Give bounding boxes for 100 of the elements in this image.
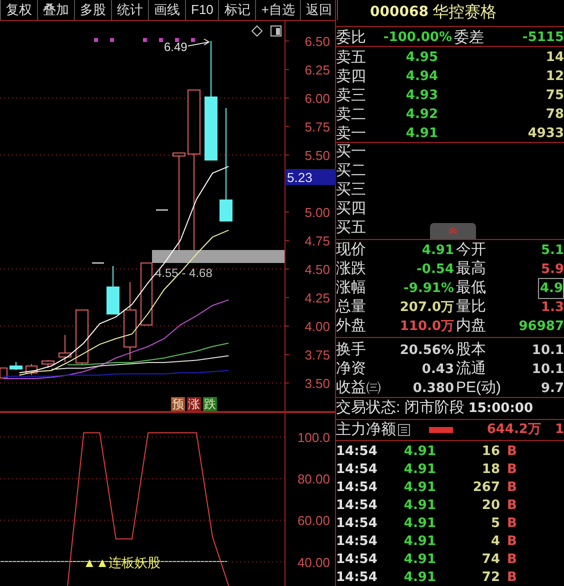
quote-label: 股本 (455, 340, 487, 360)
ask-price: 4.93 (404, 87, 438, 106)
trading-status: 交易状态: 闭市阶段 (336, 398, 464, 418)
trade-side: B (506, 461, 518, 479)
candle (106, 266, 120, 314)
trade-volume: 20 (480, 497, 500, 515)
toolbar-button[interactable]: 画线 (149, 0, 186, 20)
trade-time: 14:54 (336, 443, 378, 461)
toolbar-button[interactable]: +自选 (256, 0, 301, 20)
quote-label: 最高 (455, 259, 487, 280)
ask-label: 卖一 (336, 124, 367, 144)
candle (140, 262, 152, 326)
candle (58, 334, 72, 362)
toolbar-button[interactable]: 统计 (112, 0, 149, 20)
trade-volume: 74 (480, 551, 500, 569)
toolbar-button[interactable]: 复权 (1, 0, 38, 20)
ask-price: 4.91 (404, 125, 438, 144)
pointer-arrow (188, 38, 210, 46)
main-flow-value: 1 (554, 421, 564, 440)
quote-label: 涨幅 (336, 278, 367, 298)
trade-volume: 4 (490, 533, 500, 551)
trade-volume: 16 (480, 443, 500, 461)
ask-price: 4.94 (404, 68, 438, 86)
ask-volume: 14 (544, 49, 564, 68)
list-icon[interactable] (398, 424, 410, 436)
indicator-axis-label: 100.0 (297, 430, 330, 445)
trade-volume: 5 (490, 515, 500, 533)
panel-toggle-icon[interactable] (270, 26, 282, 36)
trade-time: 14:54 (336, 533, 378, 551)
quote-value: -9.91% (404, 280, 454, 298)
indicator-axis-label: 80.00 (297, 472, 330, 487)
price-axis-label: 3.75 (304, 348, 330, 363)
high-price-label: 6.49 (164, 40, 188, 54)
quote-label: 换手 (336, 340, 367, 360)
candle (42, 360, 54, 368)
quote-label: 涨跌 (336, 259, 367, 280)
quote-value: 0.380 (412, 380, 454, 398)
quote-value: 110.0万 (400, 318, 454, 336)
price-axis-label: 4.50 (304, 262, 330, 277)
main-flow-value: 644.2万 (486, 421, 541, 440)
trade-price: 4.91 (402, 443, 436, 461)
toolbar-button[interactable]: 多股 (75, 0, 112, 20)
indicator-axis-label: 60.00 (297, 513, 330, 528)
diamond-icon[interactable] (251, 25, 263, 37)
bid-label: 买二 (336, 161, 366, 182)
bid-label: 买四 (336, 199, 366, 220)
indicator-axis-label: 40.00 (297, 554, 330, 570)
quote-value: 4.91 (422, 242, 454, 260)
price-axis-label: 4.25 (304, 290, 330, 306)
toolbar-button[interactable]: F10 (186, 0, 220, 20)
quote-label: 今开 (455, 240, 487, 260)
current-price-tag (285, 169, 336, 185)
ask-label: 卖三 (336, 86, 367, 106)
quote-value: 9.7 (540, 380, 564, 398)
trade-price: 4.91 (402, 461, 436, 479)
quote-label: PE(动) (455, 378, 502, 398)
doji-mark (92, 262, 104, 264)
quote-label: 净资 (336, 359, 367, 379)
price-axis-label: 5.00 (304, 205, 330, 220)
trade-price: 4.91 (402, 497, 436, 515)
flow-bar (429, 427, 453, 433)
trade-side: B (506, 551, 518, 569)
trade-time: 14:54 (336, 515, 378, 533)
price-axis-label: 6.50 (304, 34, 330, 49)
ask-price: 4.92 (404, 106, 438, 124)
toolbar-button[interactable]: 返回 (301, 0, 338, 20)
price-axis-label: 4.00 (304, 319, 330, 334)
bid-label: 买一 (336, 142, 366, 162)
trade-volume: 18 (480, 461, 500, 479)
candle (76, 310, 88, 366)
quote-value: 10.1 (530, 360, 564, 378)
candle (26, 364, 38, 376)
candle (10, 362, 22, 370)
bid-label: 买三 (336, 180, 366, 200)
quote-value: 4.9 (538, 278, 564, 300)
ratio-value: -100.00% (382, 29, 452, 48)
trade-side: B (506, 497, 518, 515)
quote-label: 外盘 (336, 316, 367, 336)
quote-value: 5.9 (540, 260, 564, 279)
row-label: 委比 (336, 28, 367, 48)
quote-label: 流通 (455, 359, 487, 379)
trade-time: 14:54 (336, 497, 378, 515)
ask-label: 卖五 (336, 48, 367, 68)
trade-volume: 267 (472, 479, 500, 497)
toolbar-button[interactable]: 叠加 (38, 0, 75, 20)
signal-tag: 跌 (203, 397, 217, 411)
quote-value: 96987 (518, 318, 564, 336)
quote-value: 20.56% (398, 342, 454, 360)
toolbar-button[interactable]: 标记 (219, 0, 256, 20)
quote-value: 1.3 (540, 298, 564, 317)
quote-label: 最低 (455, 278, 487, 298)
quote-value: 0.43 (420, 360, 454, 378)
quote-label: 内盘 (455, 316, 487, 336)
quote-value: 10.1 (530, 342, 564, 360)
trade-price: 4.91 (402, 533, 436, 551)
price-axis-label: 4.75 (304, 234, 330, 248)
trade-side: B (506, 515, 518, 533)
status-time: 15:00:00 (468, 400, 534, 418)
trade-time: 14:54 (336, 461, 378, 479)
diff-value: -5115 (521, 29, 564, 48)
